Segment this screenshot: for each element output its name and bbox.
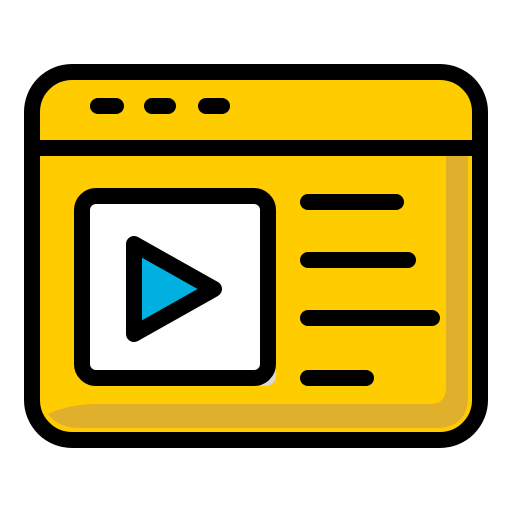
video-webpage-icon xyxy=(0,0,512,512)
video-webpage-illustration xyxy=(24,64,488,448)
